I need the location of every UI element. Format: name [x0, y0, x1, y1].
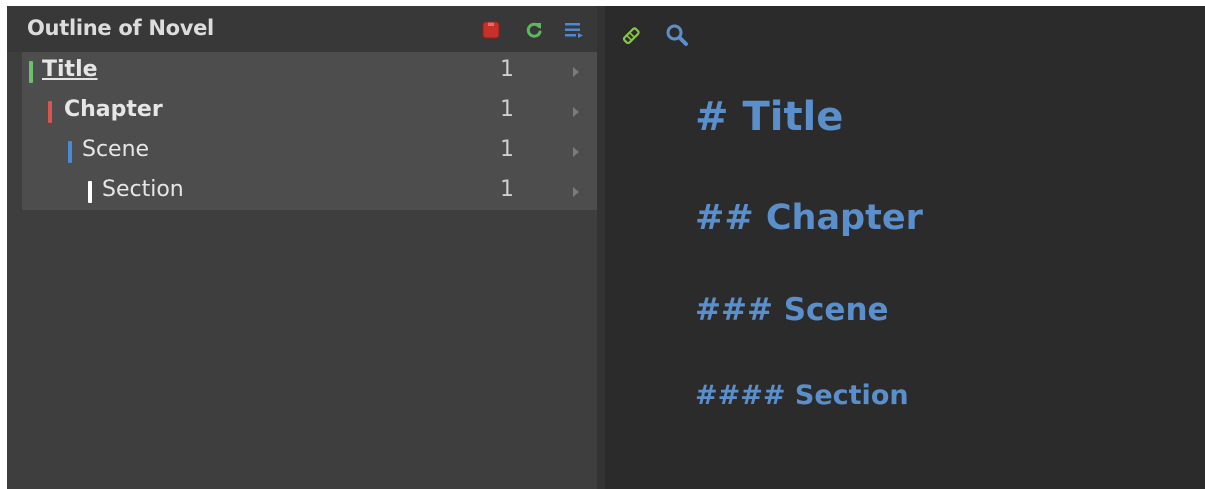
markdown-heading-3[interactable]: ### Scene	[695, 292, 889, 328]
tree-item-count: 1	[500, 97, 514, 122]
markdown-heading-1[interactable]: # Title	[695, 94, 843, 140]
markdown-heading-2[interactable]: ## Chapter	[695, 198, 923, 238]
tree-item-chapter[interactable]: Chapter 1	[22, 92, 597, 132]
panel-splitter[interactable]	[597, 6, 605, 489]
tree-item-title[interactable]: Title 1	[22, 52, 597, 92]
menu-lines-icon[interactable]	[564, 20, 584, 40]
outline-tree: Title 1 Chapter 1 Scene 1 Section 1	[22, 52, 597, 210]
stop-icon[interactable]	[481, 20, 501, 40]
level-bar	[68, 141, 72, 163]
level-bar	[48, 101, 52, 123]
outline-header: Outline of Novel	[7, 6, 597, 52]
level-bar	[88, 181, 92, 203]
search-icon[interactable]	[665, 23, 689, 47]
tree-item-label: Section	[102, 177, 184, 202]
expand-arrow-icon[interactable]	[573, 147, 579, 157]
level-bar	[29, 61, 33, 83]
expand-arrow-icon[interactable]	[573, 107, 579, 117]
outline-panel: Outline of Novel Title 1 Chapter 1 Scene…	[7, 6, 597, 489]
expand-arrow-icon[interactable]	[573, 67, 579, 77]
markdown-heading-4[interactable]: #### Section	[695, 380, 909, 411]
pencil-icon[interactable]	[621, 24, 643, 46]
outline-title: Outline of Novel	[27, 16, 214, 40]
tree-item-scene[interactable]: Scene 1	[22, 132, 597, 172]
refresh-icon[interactable]	[524, 20, 544, 40]
tree-item-label: Chapter	[64, 97, 163, 122]
editor-panel[interactable]: # Title ## Chapter ### Scene #### Sectio…	[605, 6, 1205, 489]
tree-item-count: 1	[500, 57, 514, 82]
expand-arrow-icon[interactable]	[573, 187, 579, 197]
tree-item-label: Title	[42, 57, 98, 82]
app-window: Outline of Novel Title 1 Chapter 1 Scene…	[7, 6, 1205, 489]
tree-item-section[interactable]: Section 1	[22, 172, 597, 212]
tree-item-count: 1	[500, 137, 514, 162]
tree-item-count: 1	[500, 177, 514, 202]
tree-item-label: Scene	[82, 137, 150, 162]
